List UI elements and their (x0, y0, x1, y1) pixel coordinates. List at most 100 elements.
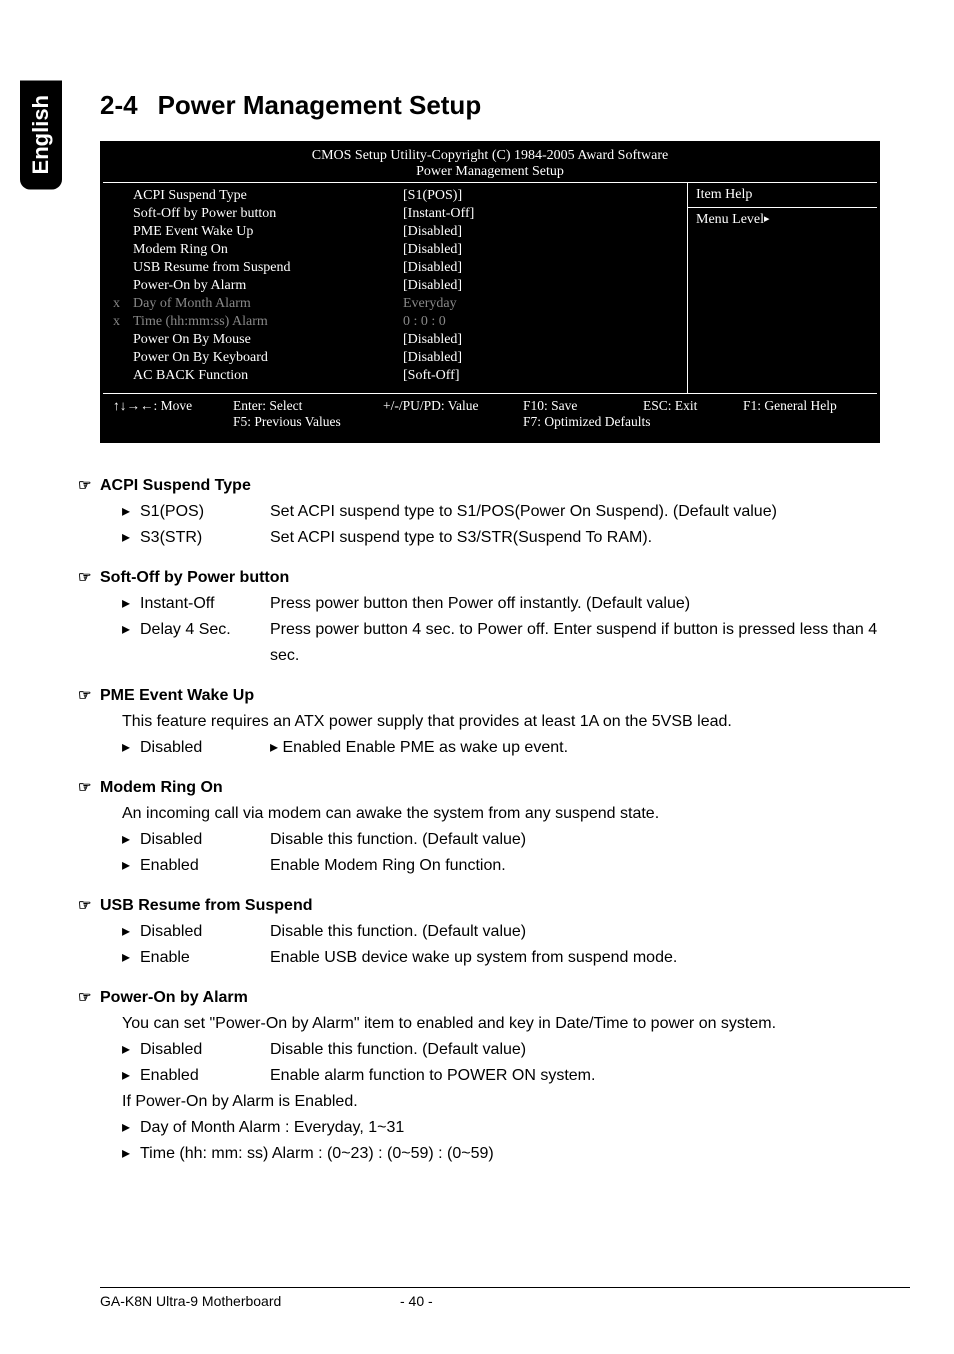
option-row: ▸ S3(STR) Set ACPI suspend type to S3/ST… (100, 525, 910, 551)
option-row: ▸ Disabled Disable this function. (Defau… (100, 1037, 910, 1063)
option-label: Disabled (140, 919, 270, 945)
option-row: ▸ S1(POS) Set ACPI suspend type to S1/PO… (100, 499, 910, 525)
arrow-icon: ▸ (122, 853, 140, 879)
option-label: Disabled (140, 827, 270, 853)
option-label: Enabled (282, 739, 341, 756)
key-hint-f7: F7: Optimized Defaults (523, 414, 650, 430)
documentation-body: ☞ ACPI Suspend Type ▸ S1(POS) Set ACPI s… (100, 473, 910, 1167)
option-desc: Disable this function. (Default value) (270, 919, 910, 945)
arrow-icon: ▸ (122, 525, 140, 551)
option-row: ▸ Disabled Disable this function. (Defau… (100, 919, 910, 945)
arrow-icon: ▸ (270, 739, 278, 756)
option-row: ▸ Instant-Off Press power button then Po… (100, 591, 910, 617)
post-note: If Power-On by Alarm is Enabled. (100, 1089, 910, 1115)
bios-row-disabled: xTime (hh:mm:ss) Alarm 0 : 0 : 0 (113, 313, 677, 331)
option-label: Disabled (140, 735, 270, 761)
option-row-long: ▸ Time (hh: mm: ss) Alarm : (0~23) : (0~… (100, 1141, 910, 1167)
page-footer: GA-K8N Ultra-9 Motherboard - 40 - (100, 1287, 910, 1309)
option-desc: Set ACPI suspend type to S1/POS(Power On… (270, 499, 910, 525)
arrow-icon: ▸ (122, 1141, 140, 1167)
option-row: ▸ Enabled Enable alarm function to POWER… (100, 1063, 910, 1089)
section-title-text: Power Management Setup (158, 90, 482, 120)
option-desc: Enable alarm function to POWER ON system… (270, 1063, 910, 1089)
item-note: You can set "Power-On by Alarm" item to … (100, 1011, 910, 1037)
key-hint-f1: F1: General Help (743, 398, 837, 414)
key-hint-enter: Enter: Select (233, 398, 383, 414)
option-row: ▸ Disabled Disable this function. (Defau… (100, 827, 910, 853)
footer-product: GA-K8N Ultra-9 Motherboard (100, 1293, 400, 1309)
bios-row[interactable]: Power On By Keyboard [Disabled] (113, 349, 677, 367)
option-label: Instant-Off (140, 591, 270, 617)
bios-row[interactable]: Power On By Mouse [Disabled] (113, 331, 677, 349)
arrow-icon: ▸ (122, 1063, 140, 1089)
bios-row[interactable]: Soft-Off by Power button [Instant-Off] (113, 205, 677, 223)
option-desc: ▸ Enabled Enable PME as wake up event. (270, 735, 910, 761)
option-label: Enabled (140, 853, 270, 879)
option-row: ▸ Delay 4 Sec. Press power button 4 sec.… (100, 617, 910, 669)
arrow-icon: ▸ (122, 827, 140, 853)
key-hint-f5: F5: Previous Values (233, 414, 523, 430)
option-desc: Enable Modem Ring On function. (270, 853, 910, 879)
footer-page-number: - 40 - (400, 1293, 433, 1309)
option-desc: Disable this function. (Default value) (270, 827, 910, 853)
pointer-icon: ☞ (78, 775, 100, 801)
arrow-icon: ▸ (122, 1037, 140, 1063)
item-heading: ☞ PME Event Wake Up (100, 683, 910, 709)
item-heading: ☞ USB Resume from Suspend (100, 893, 910, 919)
bios-row[interactable]: Modem Ring On [Disabled] (113, 241, 677, 259)
bios-row[interactable]: USB Resume from Suspend [Disabled] (113, 259, 677, 277)
arrow-icon: ▸ (122, 1115, 140, 1141)
key-hint-esc: ESC: Exit (643, 398, 743, 414)
bios-header: CMOS Setup Utility-Copyright (C) 1984-20… (103, 144, 877, 183)
option-desc: Disable this function. (Default value) (270, 1037, 910, 1063)
option-row-long: ▸ Day of Month Alarm : Everyday, 1~31 (100, 1115, 910, 1141)
bios-body: ACPI Suspend Type [S1(POS)] Soft-Off by … (103, 183, 877, 393)
option-label: Enable (140, 945, 270, 971)
bios-row[interactable]: AC BACK Function [Soft-Off] (113, 367, 677, 385)
item-note: An incoming call via modem can awake the… (100, 801, 910, 827)
option-desc: Press power button then Power off instan… (270, 591, 910, 617)
triangle-icon (764, 212, 770, 227)
item-heading: ☞ Power-On by Alarm (100, 985, 910, 1011)
pointer-icon: ☞ (78, 565, 100, 591)
option-label: Delay 4 Sec. (140, 617, 270, 669)
pointer-icon: ☞ (78, 683, 100, 709)
arrow-icon: ▸ (122, 735, 140, 761)
option-label: S1(POS) (140, 499, 270, 525)
option-desc: Press power button 4 sec. to Power off. … (270, 617, 910, 669)
section-number: 2-4 (100, 90, 138, 120)
pointer-icon: ☞ (78, 473, 100, 499)
option-label: Enabled (140, 1063, 270, 1089)
page-content: 2-4 Power Management Setup CMOS Setup Uti… (100, 90, 910, 1167)
option-label: Disabled (140, 1037, 270, 1063)
option-row: ▸ Enable Enable USB device wake up syste… (100, 945, 910, 971)
language-tab: English (20, 80, 62, 189)
option-row: ▸ Enabled Enable Modem Ring On function. (100, 853, 910, 879)
option-desc: Enable PME as wake up event. (346, 739, 568, 756)
section-title: 2-4 Power Management Setup (100, 90, 910, 121)
item-heading: ☞ Soft-Off by Power button (100, 565, 910, 591)
option-label: S3(STR) (140, 525, 270, 551)
arrow-icon: ▸ (122, 919, 140, 945)
bios-header-line2: Power Management Setup (103, 164, 877, 180)
option-desc: Enable USB device wake up system from su… (270, 945, 910, 971)
key-hint-move: ↑↓→←: Move (113, 398, 233, 414)
bios-menu-level: Menu Level (688, 208, 877, 232)
arrow-icon: ▸ (122, 591, 140, 617)
bios-settings-panel: ACPI Suspend Type [S1(POS)] Soft-Off by … (103, 183, 687, 393)
key-hint-f10: F10: Save (523, 398, 643, 414)
bios-help-panel: Item Help Menu Level (687, 183, 877, 393)
item-note: This feature requires an ATX power suppl… (100, 709, 910, 735)
item-heading: ☞ Modem Ring On (100, 775, 910, 801)
bios-header-line1: CMOS Setup Utility-Copyright (C) 1984-20… (103, 148, 877, 164)
pointer-icon: ☞ (78, 893, 100, 919)
bios-screen: CMOS Setup Utility-Copyright (C) 1984-20… (100, 141, 880, 443)
option-row: ▸ Disabled ▸ Enabled Enable PME as wake … (100, 735, 910, 761)
bios-row[interactable]: Power-On by Alarm [Disabled] (113, 277, 677, 295)
bios-row[interactable]: ACPI Suspend Type [S1(POS)] (113, 187, 677, 205)
item-heading: ☞ ACPI Suspend Type (100, 473, 910, 499)
arrow-icon: ▸ (122, 617, 140, 669)
option-desc: Set ACPI suspend type to S3/STR(Suspend … (270, 525, 910, 551)
bios-row[interactable]: PME Event Wake Up [Disabled] (113, 223, 677, 241)
bios-help-header: Item Help (688, 183, 877, 208)
